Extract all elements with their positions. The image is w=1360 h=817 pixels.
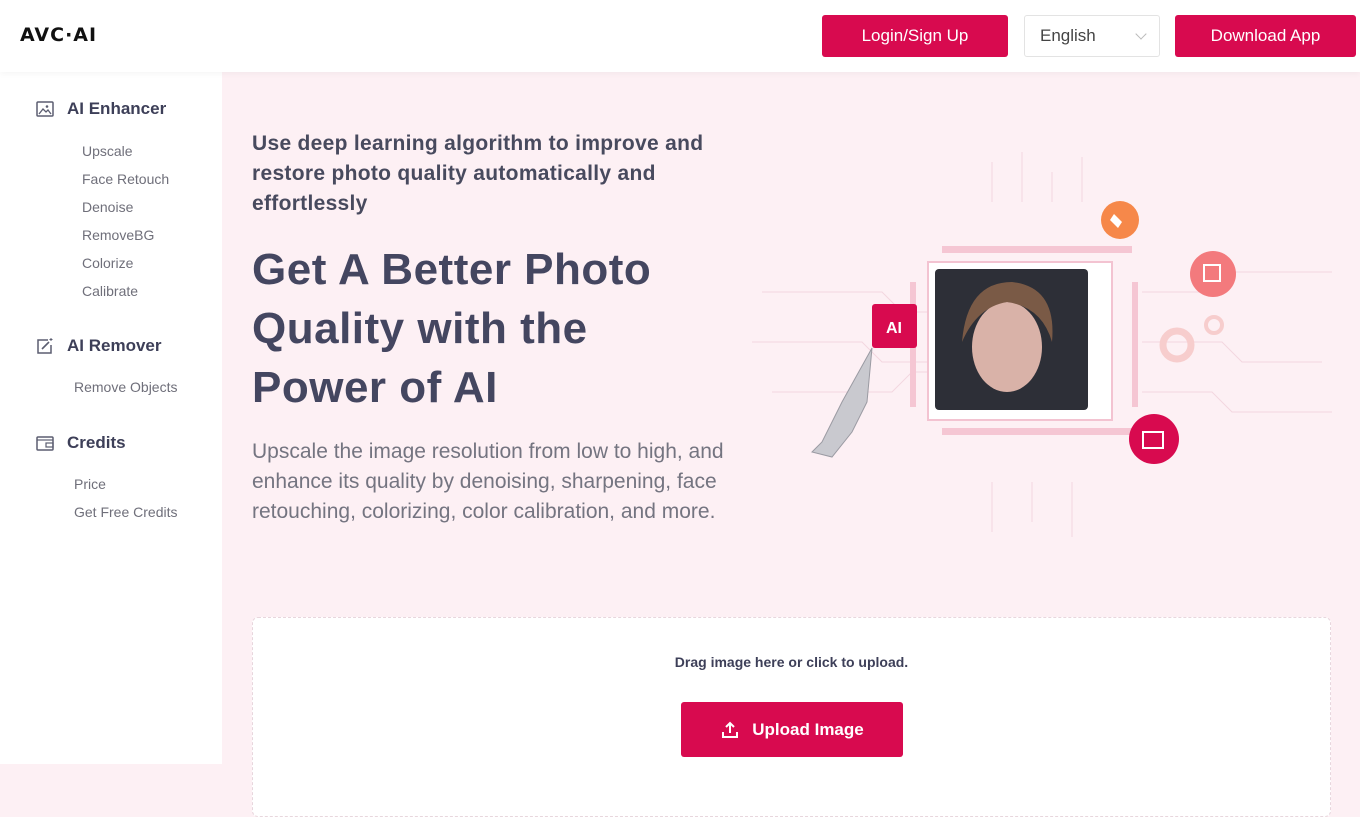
main-content: Use deep learning algorithm to improve a… <box>222 72 1360 817</box>
sidebar-item-price[interactable]: Price <box>74 476 106 492</box>
gear-icon <box>1159 327 1195 363</box>
description: Upscale the image resolution from low to… <box>252 440 724 523</box>
gear-small-icon <box>1204 315 1224 335</box>
sidebar-group-ai-remover[interactable]: AI Remover <box>35 336 161 356</box>
portrait-face <box>972 302 1042 392</box>
sidebar-item-upscale[interactable]: Upscale <box>82 143 133 159</box>
sidebar-group-credits[interactable]: Credits <box>35 433 126 453</box>
sidebar-group-label: AI Enhancer <box>67 99 167 118</box>
chevron-down-icon <box>1135 28 1147 40</box>
ai-badge: AI <box>872 304 917 348</box>
top-header: AVC·AI Login/Sign Up English Download Ap… <box>0 0 1360 72</box>
svg-text:AI: AI <box>886 320 902 337</box>
sidebar-item-get-free-credits[interactable]: Get Free Credits <box>74 504 177 520</box>
sidebar-group-label: AI Remover <box>67 336 162 355</box>
sidebar-group-ai-enhancer[interactable]: AI Enhancer <box>35 99 166 119</box>
image-icon <box>36 101 54 117</box>
sidebar-item-remove-objects[interactable]: Remove Objects <box>74 379 177 395</box>
upload-icon <box>722 721 739 738</box>
download-app-button[interactable]: Download App <box>1175 15 1356 57</box>
sidebar-item-face-retouch[interactable]: Face Retouch <box>82 171 169 187</box>
sidebar-item-denoise[interactable]: Denoise <box>82 199 133 215</box>
page-title: Get A Better Photo Quality with the Powe… <box>252 245 652 412</box>
image-enhance-icon <box>1129 414 1179 464</box>
logo[interactable]: AVC·AI <box>20 24 97 46</box>
hero-illustration: AI <box>752 152 1332 537</box>
sidebar-group-label: Credits <box>67 433 126 452</box>
upload-image-button[interactable]: Upload Image <box>681 702 903 757</box>
upload-button-label: Upload Image <box>752 719 864 739</box>
sidebar: AI Enhancer Upscale Face Retouch Denoise… <box>0 72 222 764</box>
edit-magic-icon <box>37 338 53 354</box>
upload-hint: Drag image here or click to upload. <box>674 654 909 670</box>
resize-icon <box>1190 251 1236 297</box>
login-signup-button[interactable]: Login/Sign Up <box>822 15 1008 57</box>
language-value: English <box>1040 26 1096 45</box>
sidebar-item-removebg[interactable]: RemoveBG <box>82 227 154 243</box>
sidebar-item-colorize[interactable]: Colorize <box>82 255 133 271</box>
upload-dropzone[interactable]: Drag image here or click to upload. Uplo… <box>252 617 1331 817</box>
tagline: Use deep learning algorithm to improve a… <box>252 132 704 215</box>
language-select[interactable]: English <box>1024 15 1160 57</box>
sidebar-item-calibrate[interactable]: Calibrate <box>82 283 138 299</box>
wallet-icon <box>36 436 54 451</box>
robot-hand-icon <box>811 347 873 458</box>
